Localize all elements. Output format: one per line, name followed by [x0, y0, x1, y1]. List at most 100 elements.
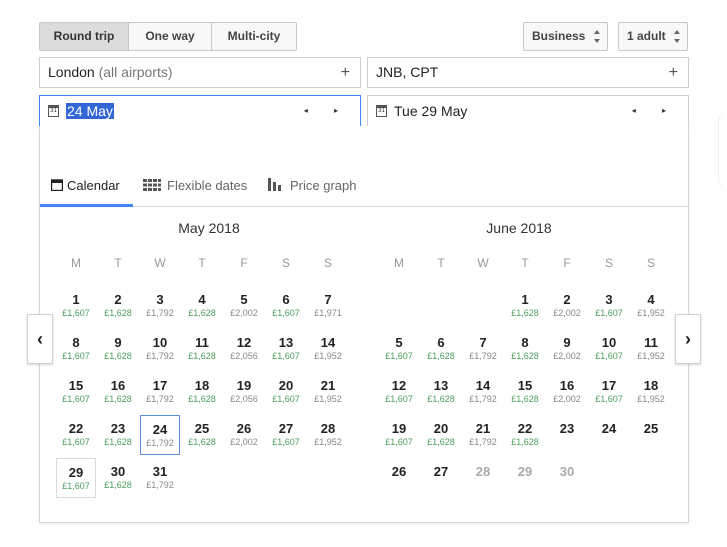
calendar-day[interactable]: 27 — [421, 458, 461, 498]
day-number: 2 — [114, 292, 122, 307]
one-way-button[interactable]: One way — [129, 23, 212, 50]
calendar-day[interactable]: 29 £1,607 — [56, 458, 96, 498]
day-number: 9 — [563, 335, 571, 350]
add-origin-icon[interactable]: + — [341, 58, 350, 87]
calendar-day[interactable]: 16 £2,002 — [547, 372, 587, 412]
return-date-prev-next-arrows[interactable]: ◂ ▸ — [632, 96, 678, 126]
day-price: £1,607 — [272, 437, 300, 447]
calendar-day[interactable]: 18 £1,952 — [631, 372, 671, 412]
passengers-dropdown[interactable]: 1 adult — [618, 22, 688, 51]
calendar-day[interactable]: 10 £1,607 — [589, 329, 629, 369]
next-month-button[interactable]: › — [675, 314, 701, 364]
calendar-day[interactable]: 11 £1,628 — [182, 329, 222, 369]
day-price: £2,056 — [230, 394, 258, 404]
calendar-day[interactable]: 28 £1,952 — [308, 415, 348, 455]
calendar-day[interactable]: 3 £1,792 — [140, 286, 180, 326]
depart-date-prev-next-arrows[interactable]: ◂ ▸ — [304, 96, 350, 126]
calendar-day[interactable]: 16 £1,628 — [98, 372, 138, 412]
calendar-day[interactable]: 24 £1,792 — [140, 415, 180, 455]
calendar-day[interactable]: 31 £1,792 — [140, 458, 180, 498]
calendar-day[interactable]: 27 £1,607 — [266, 415, 306, 455]
calendar-day[interactable]: 22 £1,607 — [56, 415, 96, 455]
calendar-day[interactable]: 17 £1,607 — [589, 372, 629, 412]
calendar-day[interactable]: 15 £1,628 — [505, 372, 545, 412]
calendar-day[interactable]: 21 £1,792 — [463, 415, 503, 455]
calendar-day[interactable]: 20 £1,607 — [266, 372, 306, 412]
add-destination-icon[interactable]: + — [669, 58, 678, 87]
destination-field[interactable]: JNB, CPT + — [367, 57, 689, 88]
tab-flexible-dates-label: Flexible dates — [167, 178, 248, 193]
calendar-day[interactable]: 4 £1,952 — [631, 286, 671, 326]
round-trip-button[interactable]: Round trip — [40, 23, 129, 50]
calendar-day[interactable]: 23 — [547, 415, 587, 455]
return-date-field[interactable]: 31 Tue 29 May ◂ ▸ — [367, 95, 689, 127]
day-price: £1,792 — [146, 394, 174, 404]
calendar-day[interactable]: 15 £1,607 — [56, 372, 96, 412]
tab-calendar[interactable]: Calendar — [50, 166, 120, 205]
calendar-day[interactable]: 21 £1,952 — [308, 372, 348, 412]
day-price: £1,628 — [188, 437, 216, 447]
tab-divider — [40, 206, 688, 207]
calendar-day[interactable]: 3 £1,607 — [589, 286, 629, 326]
calendar-day[interactable]: 6 £1,607 — [266, 286, 306, 326]
calendar-day[interactable]: 18 £1,628 — [182, 372, 222, 412]
tab-flexible-dates[interactable]: Flexible dates — [143, 166, 247, 205]
calendar-day[interactable]: 10 £1,792 — [140, 329, 180, 369]
calendar-day[interactable]: 8 £1,607 — [56, 329, 96, 369]
day-price: £1,628 — [427, 394, 455, 404]
calendar-day[interactable]: 30 £1,628 — [98, 458, 138, 498]
calendar-day[interactable]: 14 £1,792 — [463, 372, 503, 412]
calendar-day[interactable]: 23 £1,628 — [98, 415, 138, 455]
calendar-day[interactable]: 13 £1,607 — [266, 329, 306, 369]
calendar-day[interactable]: 6 £1,628 — [421, 329, 461, 369]
month-title-may: May 2018 — [178, 220, 240, 236]
calendar-day[interactable]: 25 £1,628 — [182, 415, 222, 455]
calendar-day[interactable]: 24 — [589, 415, 629, 455]
calendar-day[interactable]: 12 £1,607 — [379, 372, 419, 412]
day-number: 1 — [72, 292, 80, 307]
origin-value: London — [48, 64, 95, 80]
day-price: £1,607 — [62, 308, 90, 318]
calendar-day[interactable]: 26 £2,002 — [224, 415, 264, 455]
calendar-day[interactable]: 9 £1,628 — [98, 329, 138, 369]
calendar-day[interactable]: 12 £2,056 — [224, 329, 264, 369]
trip-type-selector: Round trip One way Multi-city — [39, 22, 297, 51]
calendar-day[interactable]: 11 £1,952 — [631, 329, 671, 369]
calendar-day[interactable]: 20 £1,628 — [421, 415, 461, 455]
day-number: 15 — [517, 378, 533, 393]
calendar-day[interactable]: 14 £1,952 — [308, 329, 348, 369]
calendar-day[interactable]: 19 £1,607 — [379, 415, 419, 455]
calendar-day[interactable]: 19 £2,056 — [224, 372, 264, 412]
origin-field[interactable]: London (all airports) + — [39, 57, 361, 88]
calendar-day[interactable]: 22 £1,628 — [505, 415, 545, 455]
calendar-day[interactable]: 26 — [379, 458, 419, 498]
day-number: 30 — [110, 464, 126, 479]
calendar-day[interactable]: 5 £2,002 — [224, 286, 264, 326]
day-number: 24 — [152, 422, 168, 437]
day-price: £1,628 — [511, 308, 539, 318]
calendar-day[interactable]: 25 — [631, 415, 671, 455]
multi-city-button[interactable]: Multi-city — [212, 23, 296, 50]
day-number: 19 — [236, 378, 252, 393]
weekday-header: F — [240, 256, 248, 270]
calendar-day[interactable]: 8 £1,628 — [505, 329, 545, 369]
calendar-day[interactable]: 7 £1,792 — [463, 329, 503, 369]
calendar-day[interactable]: 2 £2,002 — [547, 286, 587, 326]
calendar-day[interactable]: 7 £1,971 — [308, 286, 348, 326]
calendar-day[interactable]: 5 £1,607 — [379, 329, 419, 369]
day-number: 20 — [433, 421, 449, 436]
calendar-day[interactable]: 4 £1,628 — [182, 286, 222, 326]
day-price: £1,628 — [188, 394, 216, 404]
calendar-day[interactable]: 17 £1,792 — [140, 372, 180, 412]
calendar-day[interactable]: 2 £1,628 — [98, 286, 138, 326]
tab-price-graph[interactable]: Price graph — [268, 166, 356, 205]
calendar-day: 29 — [505, 458, 545, 498]
calendar-day[interactable]: 13 £1,628 — [421, 372, 461, 412]
calendar-day[interactable]: 9 £2,002 — [547, 329, 587, 369]
calendar-day[interactable]: 1 £1,628 — [505, 286, 545, 326]
calendar-day[interactable]: 1 £1,607 — [56, 286, 96, 326]
depart-date-field[interactable]: 31 24 May ◂ ▸ — [39, 95, 361, 127]
day-number: 26 — [391, 464, 407, 479]
previous-month-button[interactable]: ‹ — [27, 314, 53, 364]
cabin-class-dropdown[interactable]: Business — [523, 22, 608, 51]
